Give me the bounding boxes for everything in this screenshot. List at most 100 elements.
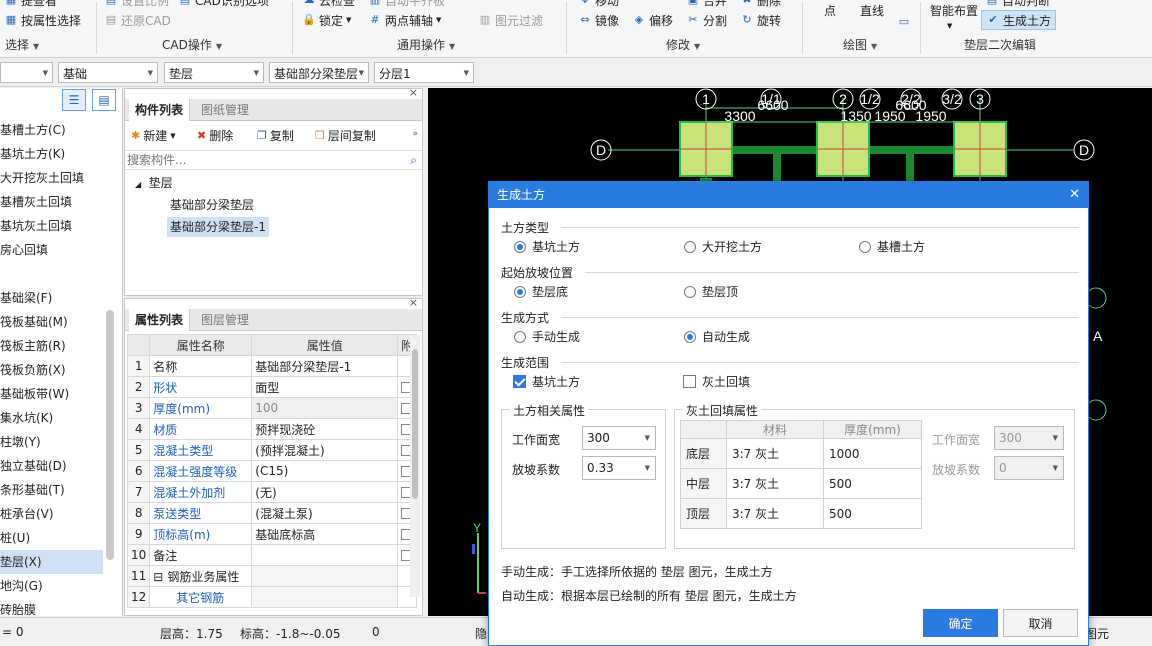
- left-list-item[interactable]: 地沟(G): [0, 574, 103, 598]
- left-list-item[interactable]: 独立基础(D): [0, 454, 103, 478]
- scrollbar-thumb[interactable]: [412, 349, 418, 499]
- combo-type[interactable]: 垫层 ▼: [164, 62, 264, 83]
- tab-drawing-manage[interactable]: 图纸管理: [195, 99, 255, 121]
- radio-cushion-bottom[interactable]: 垫层底: [514, 283, 568, 300]
- tree-item[interactable]: 基础部分梁垫层: [167, 195, 257, 215]
- offset-button[interactable]: ◈ 偏移: [632, 10, 673, 30]
- more-arrow-icon[interactable]: »: [412, 129, 418, 139]
- property-value[interactable]: 基础部分梁垫层-1: [251, 355, 399, 377]
- split-button[interactable]: ✂ 分割: [686, 10, 727, 30]
- ribbon-partial-11[interactable]: ✖删除: [740, 0, 781, 10]
- line-button[interactable]: 直线: [860, 0, 884, 20]
- tree-item-selected[interactable]: 基础部分梁垫层-1: [167, 217, 269, 237]
- material-cell[interactable]: 3:7 灰土: [726, 498, 824, 529]
- delete-button[interactable]: ✖ 删除: [197, 126, 233, 146]
- table-row[interactable]: 2 形状 面型: [126, 376, 418, 398]
- left-list-item[interactable]: 桩(U): [0, 526, 103, 550]
- table-row[interactable]: 1 名称 基础部分梁垫层-1: [126, 355, 418, 377]
- radio-trench-earthwork[interactable]: 基槽土方: [859, 238, 925, 255]
- checkbox-pit-earthwork[interactable]: 基坑土方: [513, 373, 580, 390]
- property-value[interactable]: (预拌混凝土): [251, 439, 399, 461]
- property-value[interactable]: [251, 586, 399, 608]
- two-point-axis-button[interactable]: # 两点辅轴 ▼: [368, 10, 441, 30]
- property-value[interactable]: 100: [251, 397, 399, 419]
- group-label-draw[interactable]: 绘图 ▼: [843, 36, 877, 53]
- left-list-item[interactable]: 大开挖灰土回填: [0, 166, 103, 190]
- table-row[interactable]: 8 泵送类型 (混凝土泵): [126, 502, 418, 524]
- copy-button[interactable]: ❐ 复制: [257, 126, 294, 146]
- detail-view-icon[interactable]: ▤: [92, 89, 116, 111]
- work-width-select[interactable]: 300 ▼: [582, 426, 656, 450]
- ribbon-partial-8[interactable]: ✥移动: [578, 0, 619, 10]
- checkbox-backfill[interactable]: 灰土回填: [683, 373, 750, 390]
- left-list-item[interactable]: 基础梁(F): [0, 286, 103, 310]
- table-row[interactable]: 3 厚度(mm) 100: [126, 397, 418, 419]
- combo-category[interactable]: 基础 ▼: [58, 62, 158, 83]
- property-value[interactable]: 预拌现浇砼: [251, 418, 399, 440]
- table-row[interactable]: 6 混凝土强度等级 (C15): [126, 460, 418, 482]
- left-list-item[interactable]: 桩承台(V): [0, 502, 103, 526]
- property-value[interactable]: (混凝土泵): [251, 502, 399, 524]
- property-value[interactable]: (C15): [251, 460, 399, 482]
- select-by-attr-button[interactable]: ▦ 按属性选择: [4, 10, 81, 30]
- tab-layer-manage[interactable]: 图层管理: [195, 309, 255, 331]
- mirror-button[interactable]: ⇔ 镜像: [578, 10, 619, 30]
- table-row[interactable]: 10 备注: [126, 544, 418, 566]
- table-row[interactable]: 9 顶标高(m) 基础底标高: [126, 523, 418, 545]
- scrollbar[interactable]: [410, 335, 420, 597]
- cancel-button[interactable]: 取消: [1003, 609, 1078, 637]
- property-value[interactable]: 面型: [251, 376, 399, 398]
- tab-component-list[interactable]: 构件列表: [129, 99, 191, 121]
- radio-pit-earthwork[interactable]: 基坑土方: [514, 238, 580, 255]
- radio-manual-gen[interactable]: 手动生成: [514, 328, 580, 345]
- left-list-item[interactable]: 筏板主筋(R): [0, 334, 103, 358]
- group-label-common[interactable]: 通用操作 ▼: [397, 36, 455, 53]
- table-row[interactable]: 7 混凝土外加剂 (无): [126, 481, 418, 503]
- property-value[interactable]: 基础底标高: [251, 523, 399, 545]
- combo-floor[interactable]: ▼: [0, 62, 53, 83]
- property-value[interactable]: (无): [251, 481, 399, 503]
- search-icon[interactable]: ⌕: [410, 153, 417, 168]
- left-list-item[interactable]: 基槽灰土回填: [0, 190, 103, 214]
- left-list-item[interactable]: 柱墩(Y): [0, 430, 103, 454]
- radio-cushion-top[interactable]: 垫层顶: [684, 283, 738, 300]
- table-row[interactable]: 11 ⊟ 钢筋业务属性: [126, 565, 418, 587]
- table-row[interactable]: 12 其它钢筋: [126, 586, 418, 608]
- tree-root[interactable]: ◢ 垫层: [135, 174, 173, 191]
- left-list-item[interactable]: 房心回填: [0, 238, 103, 262]
- rotate-button[interactable]: ↻ 旋转: [740, 10, 781, 30]
- combo-component[interactable]: 基础部分梁垫层 ▼: [269, 62, 369, 83]
- ok-button[interactable]: 确定: [923, 609, 998, 637]
- group-label-modify[interactable]: 修改 ▼: [666, 36, 700, 53]
- left-scrollbar-thumb[interactable]: [106, 310, 114, 560]
- left-list-item[interactable]: 集水坑(K): [0, 406, 103, 430]
- table-row[interactable]: 4 材质 预拌现浇砼: [126, 418, 418, 440]
- thickness-cell[interactable]: 500: [823, 498, 922, 529]
- lock-button[interactable]: 🔒 锁定 ▼: [302, 10, 351, 30]
- left-list-item[interactable]: 筏板负筋(X): [0, 358, 103, 382]
- element-filter-button[interactable]: ▥ 图元过滤: [478, 10, 543, 30]
- list-view-icon[interactable]: ☰: [62, 89, 86, 111]
- smart-layout-button[interactable]: 智能布置: [930, 0, 978, 20]
- rect-draw-button[interactable]: ▭: [897, 12, 911, 32]
- status-hidden[interactable]: 隐: [475, 625, 487, 642]
- thickness-cell[interactable]: 1000: [823, 438, 922, 469]
- left-list-item[interactable]: 基坑灰土回填: [0, 214, 103, 238]
- property-value[interactable]: [251, 544, 399, 566]
- restore-cad-button[interactable]: ▤ 还原CAD: [104, 10, 171, 30]
- material-cell[interactable]: 3:7 灰土: [726, 438, 824, 469]
- property-value[interactable]: [251, 565, 399, 587]
- left-list-item[interactable]: 基槽土方(C): [0, 118, 103, 142]
- ribbon-partial-13[interactable]: ▤自动判断: [985, 0, 1050, 10]
- left-list-item[interactable]: 筏板基础(M): [0, 310, 103, 334]
- backfill-slope-select[interactable]: 0 ▼: [994, 456, 1064, 480]
- left-list-item[interactable]: 基础板带(W): [0, 382, 103, 406]
- table-row[interactable]: 5 混凝土类型 (预拌混凝土): [126, 439, 418, 461]
- ribbon-partial-5[interactable]: ▥自动平齐板: [368, 0, 445, 10]
- group-label-select[interactable]: 选择 ▼: [5, 36, 39, 53]
- thickness-cell[interactable]: 500: [823, 468, 922, 499]
- panel-close-icon[interactable]: ×: [409, 86, 418, 99]
- ribbon-partial-2[interactable]: ▤设置比例: [104, 0, 169, 10]
- ribbon-partial-4[interactable]: ☁云检查: [302, 0, 356, 10]
- tab-property-list[interactable]: 属性列表: [129, 309, 191, 331]
